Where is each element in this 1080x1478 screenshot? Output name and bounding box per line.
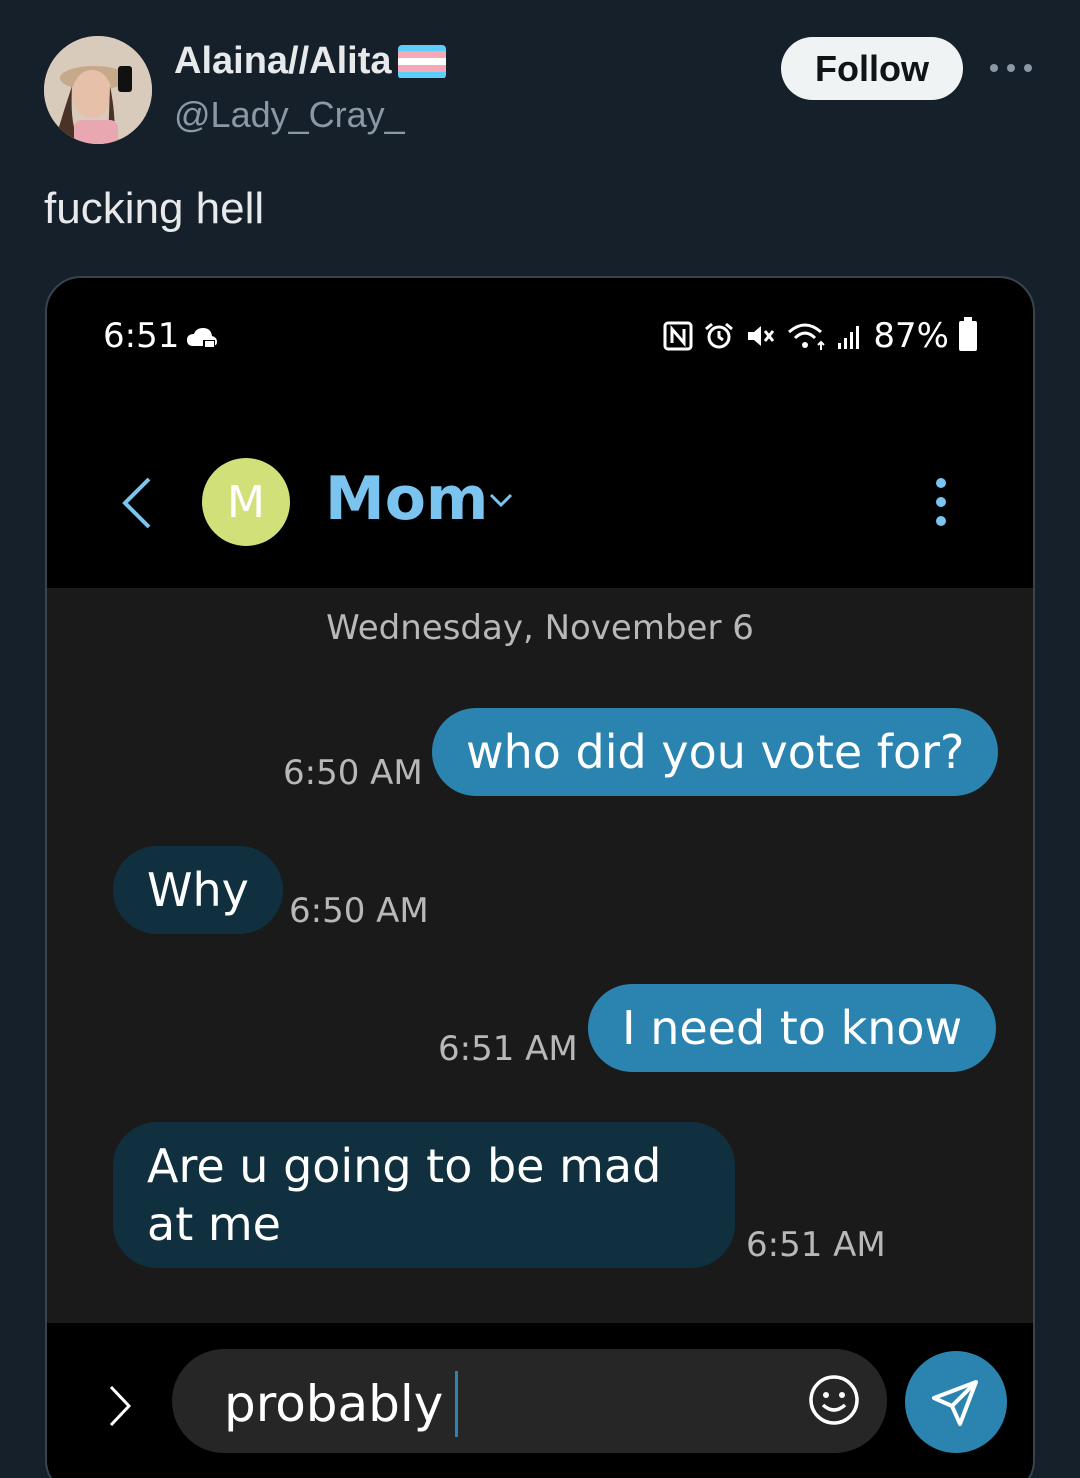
more-horizontal-icon[interactable] bbox=[990, 58, 1032, 78]
message-time: 6:50 AM bbox=[283, 753, 423, 793]
message-time: 6:51 AM bbox=[438, 1029, 578, 1069]
status-bar: 6:51 87% bbox=[47, 278, 1033, 388]
message-draft-text: probably bbox=[224, 1375, 444, 1433]
alarm-icon bbox=[705, 322, 734, 349]
incoming-message-bubble[interactable]: Are u going to be mad at me bbox=[113, 1122, 735, 1268]
message-composer: probably bbox=[47, 1323, 1033, 1478]
battery-percent: 87% bbox=[873, 316, 949, 356]
nfc-icon bbox=[663, 321, 693, 351]
message-list[interactable]: Wednesday, November 6 6:50 AM who did yo… bbox=[47, 588, 1033, 1323]
message-time: 6:51 AM bbox=[746, 1225, 886, 1265]
date-separator: Wednesday, November 6 bbox=[326, 608, 754, 648]
contact-name[interactable]: Mom bbox=[325, 464, 488, 534]
author-display-name[interactable]: Alaina//Alita bbox=[174, 40, 446, 83]
send-icon bbox=[932, 1380, 978, 1426]
cloud-icon bbox=[187, 328, 217, 348]
wifi-icon bbox=[788, 323, 826, 350]
chevron-down-icon[interactable] bbox=[487, 486, 515, 514]
chevron-right-icon[interactable] bbox=[105, 1381, 135, 1431]
outgoing-message-bubble[interactable]: who did you vote for? bbox=[432, 708, 999, 796]
tweet-text: fucking hell bbox=[44, 184, 265, 233]
send-button[interactable] bbox=[905, 1351, 1007, 1453]
author-name-text[interactable]: Alaina//Alita bbox=[174, 40, 392, 83]
message-text: Why bbox=[147, 863, 249, 917]
message-input[interactable]: probably bbox=[172, 1349, 887, 1453]
more-vertical-icon[interactable] bbox=[935, 478, 947, 526]
message-text: who did you vote for? bbox=[466, 725, 965, 779]
conversation-header: M Mom bbox=[47, 428, 1033, 588]
signal-icon bbox=[838, 326, 860, 349]
outgoing-message-bubble[interactable]: I need to know bbox=[588, 984, 997, 1072]
author-handle[interactable]: @Lady_Cray_ bbox=[174, 94, 405, 136]
battery-icon bbox=[959, 317, 977, 351]
mute-icon bbox=[748, 326, 775, 346]
contact-avatar[interactable]: M bbox=[202, 458, 290, 546]
message-time: 6:50 AM bbox=[289, 891, 429, 931]
transgender-flag-icon bbox=[397, 44, 446, 79]
emoji-icon[interactable] bbox=[807, 1373, 861, 1427]
status-icons: 87% bbox=[663, 316, 977, 356]
back-icon[interactable] bbox=[117, 473, 157, 533]
incoming-message-bubble[interactable]: Why bbox=[113, 846, 283, 934]
status-time: 6:51 bbox=[103, 316, 180, 356]
message-text: I need to know bbox=[622, 1001, 963, 1055]
message-text: Are u going to be mad at me bbox=[147, 1139, 662, 1251]
tweet-media-image[interactable]: 6:51 87% M Mom Wednesday, November 6 6:5… bbox=[45, 276, 1035, 1478]
follow-button[interactable]: Follow bbox=[781, 37, 963, 100]
text-cursor bbox=[455, 1371, 459, 1437]
author-avatar[interactable] bbox=[44, 36, 152, 144]
